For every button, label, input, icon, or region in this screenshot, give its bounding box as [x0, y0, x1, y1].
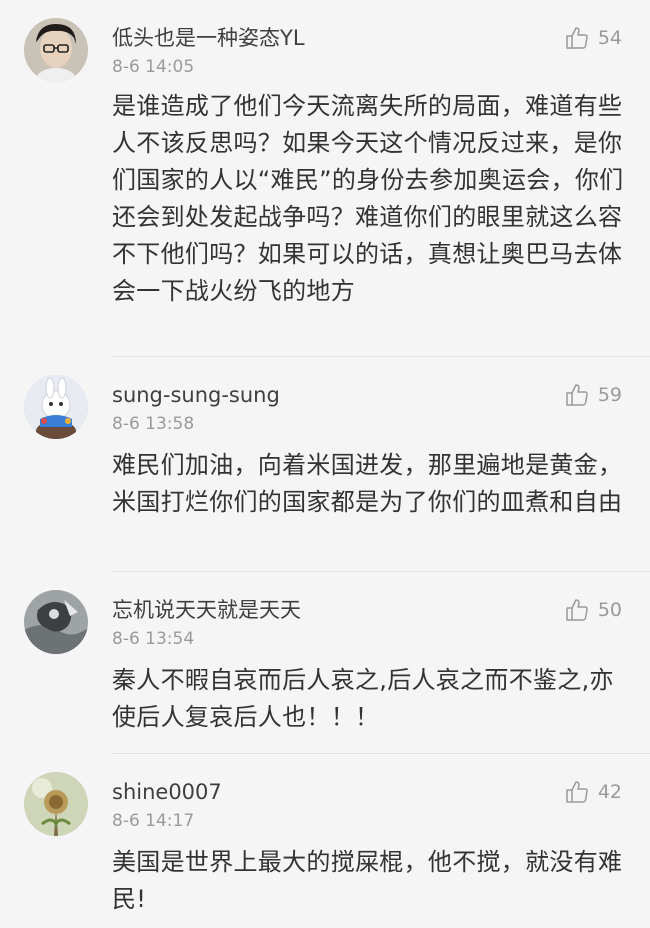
- comment-time: 8-6 14:05: [112, 57, 195, 77]
- comment-item: 低头也是一种姿态YL 8-6 14:05 54 是谁造成了他们今天流离失所的局面…: [0, 0, 650, 357]
- username[interactable]: 忘机说天天就是天天: [112, 596, 301, 624]
- avatar[interactable]: [24, 772, 88, 836]
- comment-text: 难民们加油，向着米国进发，那里遍地是黄金，米国打烂你们的国家都是为了你们的皿煮和…: [112, 451, 623, 516]
- thumbs-up-icon: [566, 781, 588, 803]
- like-count: 42: [597, 781, 622, 803]
- comment-item: 忘机说天天就是天天 8-6 13:54 50 秦人不暇自哀而后人哀之,后人哀之而…: [0, 572, 650, 754]
- comment-text: 秦人不暇自哀而后人哀之,后人哀之而不鉴之,亦使后人复哀后人也！！！: [112, 666, 614, 731]
- like-button[interactable]: 54: [564, 24, 622, 52]
- like-button[interactable]: 50: [564, 596, 622, 624]
- comment-time: 8-6 13:54: [112, 629, 195, 649]
- comment-list: 低头也是一种姿态YL 8-6 14:05 54 是谁造成了他们今天流离失所的局面…: [0, 0, 650, 928]
- username[interactable]: shine0007: [112, 778, 222, 806]
- username[interactable]: 低头也是一种姿态YL: [112, 24, 305, 52]
- comment-item: shine0007 8-6 14:17 42 美国是世界上最大的搅屎棍，他不搅，…: [0, 754, 650, 928]
- avatar-image: [24, 772, 88, 836]
- like-count: 50: [597, 599, 622, 621]
- username[interactable]: sung-sung-sung: [112, 381, 280, 409]
- comment-time: 8-6 13:58: [112, 414, 195, 434]
- avatar-image: [24, 375, 88, 439]
- avatar[interactable]: [24, 18, 88, 82]
- comment-text: 美国是世界上最大的搅屎棍，他不搅，就没有难民!: [112, 848, 623, 913]
- thumbs-up-icon: [566, 599, 588, 621]
- comment-time: 8-6 14:17: [112, 811, 195, 831]
- like-count: 54: [597, 27, 622, 49]
- avatar-image: [24, 590, 88, 654]
- like-button[interactable]: 42: [564, 778, 622, 806]
- thumbs-up-icon: [566, 384, 588, 406]
- avatar[interactable]: [24, 375, 88, 439]
- comment-text: 是谁造成了他们今天流离失所的局面，难道有些人不该反思吗？如果今天这个情况反过来，…: [112, 92, 624, 305]
- comment-item: sung-sung-sung 8-6 13:58 59 难民们加油，向着米国进发…: [0, 357, 650, 572]
- avatar[interactable]: [24, 590, 88, 654]
- thumbs-up-icon: [566, 27, 588, 49]
- avatar-image: [24, 18, 88, 82]
- like-count: 59: [597, 384, 622, 406]
- like-button[interactable]: 59: [564, 381, 622, 409]
